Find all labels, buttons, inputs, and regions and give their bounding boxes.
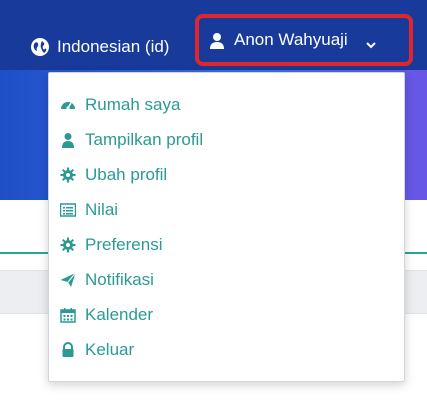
menu-item-label: Preferensi xyxy=(85,235,163,254)
cog-icon xyxy=(59,166,77,184)
table-icon xyxy=(59,201,77,219)
menu-item-label: Kalender xyxy=(85,305,154,324)
language-label: Indonesian (id) xyxy=(57,37,170,56)
menu-item-label: Nilai xyxy=(85,200,119,219)
language-selector[interactable]: Indonesian (id) xyxy=(30,36,169,58)
cog-icon xyxy=(59,236,77,254)
menu-item-label: Notifikasi xyxy=(85,270,154,289)
menu-item-label: Tampilkan profil xyxy=(85,130,204,149)
lock-icon xyxy=(59,341,77,359)
menu-item-label: Ubah profil xyxy=(85,165,168,184)
top-navbar: Indonesian (id) Anon Wahyuaji xyxy=(0,0,427,70)
menu-item-notifikasi[interactable]: Notifikasi xyxy=(59,265,154,295)
globe-icon xyxy=(30,37,50,57)
user-name: Anon Wahyuaji xyxy=(234,30,348,49)
calendar-icon xyxy=(59,306,77,324)
menu-item-ubah-profil[interactable]: Ubah profil xyxy=(59,160,167,190)
chevron-down-icon xyxy=(366,35,376,49)
user-menu-toggle[interactable]: Anon Wahyuaji xyxy=(195,14,413,66)
menu-item-preferensi[interactable]: Preferensi xyxy=(59,230,162,260)
menu-item-rumah-saya[interactable]: Rumah saya xyxy=(59,90,180,120)
user-icon xyxy=(209,32,225,49)
menu-item-label: Keluar xyxy=(85,340,135,359)
menu-item-label: Rumah saya xyxy=(85,95,181,114)
paper-plane-icon xyxy=(59,271,77,289)
menu-item-tampilkan-profil[interactable]: Tampilkan profil xyxy=(59,125,203,155)
user-dropdown-menu: Rumah saya Tampilkan profil Ubah profil … xyxy=(48,72,405,382)
user-icon xyxy=(59,131,77,149)
menu-item-nilai[interactable]: Nilai xyxy=(59,195,118,225)
dashboard-icon xyxy=(59,96,77,114)
menu-item-keluar[interactable]: Keluar xyxy=(59,335,134,365)
menu-item-kalender[interactable]: Kalender xyxy=(59,300,153,330)
